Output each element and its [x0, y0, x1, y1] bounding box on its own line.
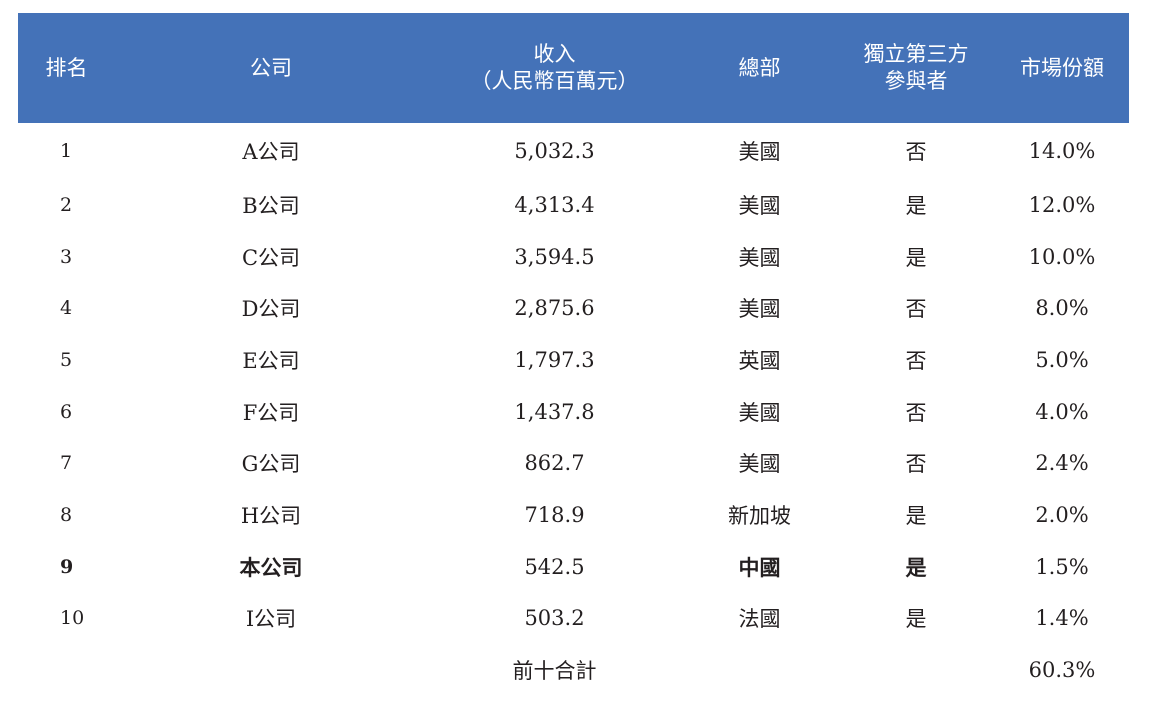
- table-body: 1 A公司 5,032.3 美國 否 14.0% 2 B公司 4,313.4 美…: [18, 123, 1129, 696]
- hq-cell: 新加坡: [728, 503, 791, 528]
- revenue-cell: 1,437.8: [514, 399, 595, 424]
- company-cell: E公司: [242, 348, 300, 373]
- header-row: 排名 公司 收入 （人民幣百萬元） 總部 獨立第三方 參與者 市場份額: [18, 13, 1129, 123]
- rank-cell: 8: [60, 503, 73, 526]
- header-company: 公司: [250, 55, 292, 80]
- revenue-cell: 718.9: [524, 502, 585, 527]
- independent-cell: 否: [905, 452, 927, 477]
- total-spacer-cell: [837, 644, 995, 696]
- table-row: 8 H公司 718.9 新加坡 是 2.0%: [18, 489, 1129, 541]
- revenue-cell: 542.5: [524, 554, 585, 579]
- share-cell: 2.4%: [1035, 451, 1089, 476]
- table-row: 6 F公司 1,437.8 美國 否 4.0%: [18, 386, 1129, 438]
- table-row: 1 A公司 5,032.3 美國 否 14.0%: [18, 123, 1129, 179]
- independent-cell: 是: [905, 245, 927, 270]
- table-row-own-company: 9 本公司 542.5 中國 是 1.5%: [18, 541, 1129, 593]
- company-cell: C公司: [241, 245, 301, 270]
- company-cell: 本公司: [239, 554, 303, 580]
- revenue-cell: 3,594.5: [514, 244, 595, 269]
- company-cell: G公司: [241, 452, 301, 477]
- rank-cell: 4: [60, 297, 73, 320]
- total-spacer-cell: [682, 644, 837, 696]
- independent-cell: 否: [905, 140, 927, 164]
- table-row: 4 D公司 2,875.6 美國 否 8.0%: [18, 282, 1129, 334]
- rank-cell: 2: [60, 193, 73, 216]
- hq-cell: 美國: [738, 297, 781, 322]
- rank-cell: 7: [60, 452, 73, 475]
- rank-cell: 6: [60, 400, 73, 423]
- total-spacer-cell: [115, 644, 427, 696]
- independent-cell: 否: [905, 400, 927, 425]
- header-revenue-title: 收入: [533, 42, 576, 66]
- share-cell: 1.4%: [1035, 606, 1089, 631]
- company-cell: D公司: [241, 297, 301, 322]
- company-cell: A公司: [242, 140, 300, 164]
- rank-cell: 1: [60, 140, 73, 162]
- total-share: 60.3%: [1028, 658, 1096, 683]
- total-spacer-cell: [18, 644, 115, 696]
- independent-cell: 是: [905, 503, 927, 528]
- independent-cell: 是: [905, 193, 927, 218]
- company-cell: I公司: [245, 607, 297, 632]
- revenue-cell: 862.7: [524, 451, 585, 476]
- revenue-cell: 2,875.6: [514, 296, 595, 321]
- share-cell: 10.0%: [1028, 244, 1096, 269]
- header-rank: 排名: [45, 55, 88, 80]
- share-cell: 14.0%: [1028, 139, 1096, 163]
- table-row: 7 G公司 862.7 美國 否 2.4%: [18, 437, 1129, 489]
- revenue-cell: 5,032.3: [514, 139, 595, 163]
- total-row: 前十合計 60.3%: [18, 644, 1129, 696]
- total-label: 前十合計: [512, 659, 597, 684]
- share-cell: 4.0%: [1035, 399, 1089, 424]
- share-cell: 5.0%: [1035, 347, 1089, 372]
- independent-cell: 是: [905, 554, 927, 580]
- hq-cell: 法國: [738, 607, 781, 632]
- header-revenue: 收入 （人民幣百萬元）: [427, 13, 682, 123]
- hq-cell: 美國: [738, 140, 781, 164]
- header-hq: 總部: [738, 55, 781, 80]
- hq-cell: 英國: [738, 348, 781, 373]
- header-share: 市場份額: [1020, 55, 1104, 80]
- header-independent: 獨立第三方 參與者: [837, 13, 995, 123]
- hq-cell: 美國: [738, 245, 781, 270]
- revenue-cell: 1,797.3: [514, 347, 595, 372]
- hq-cell: 中國: [738, 554, 781, 580]
- header-revenue-unit: （人民幣百萬元）: [470, 69, 639, 93]
- company-cell: H公司: [240, 503, 302, 528]
- rank-cell: 10: [60, 607, 85, 630]
- market-share-table-container: 排名 公司 收入 （人民幣百萬元） 總部 獨立第三方 參與者 市場份額 1 A公…: [18, 13, 1129, 696]
- header-independent-line2: 參與者: [884, 69, 948, 93]
- hq-cell: 美國: [738, 400, 781, 425]
- hq-cell: 美國: [738, 193, 781, 218]
- company-cell: B公司: [242, 193, 300, 218]
- table-header: 排名 公司 收入 （人民幣百萬元） 總部 獨立第三方 參與者 市場份額: [18, 13, 1129, 123]
- hq-cell: 美國: [738, 452, 781, 477]
- header-independent-line1: 獨立第三方: [863, 42, 969, 66]
- share-cell: 8.0%: [1035, 296, 1089, 321]
- independent-cell: 否: [905, 348, 927, 373]
- rank-cell: 5: [60, 348, 73, 371]
- independent-cell: 否: [905, 297, 927, 322]
- rank-cell: 3: [60, 245, 73, 268]
- table-row: 3 C公司 3,594.5 美國 是 10.0%: [18, 231, 1129, 283]
- revenue-cell: 503.2: [524, 606, 585, 631]
- table-row: 10 I公司 503.2 法國 是 1.4%: [18, 593, 1129, 645]
- table-row: 5 E公司 1,797.3 英國 否 5.0%: [18, 334, 1129, 386]
- market-share-table: 排名 公司 收入 （人民幣百萬元） 總部 獨立第三方 參與者 市場份額 1 A公…: [18, 13, 1129, 696]
- revenue-cell: 4,313.4: [514, 192, 595, 217]
- share-cell: 1.5%: [1035, 554, 1089, 579]
- company-cell: F公司: [242, 400, 300, 425]
- share-cell: 12.0%: [1028, 192, 1096, 217]
- table-row: 2 B公司 4,313.4 美國 是 12.0%: [18, 179, 1129, 231]
- share-cell: 2.0%: [1035, 502, 1089, 527]
- independent-cell: 是: [905, 607, 927, 632]
- rank-cell: 9: [60, 555, 74, 578]
